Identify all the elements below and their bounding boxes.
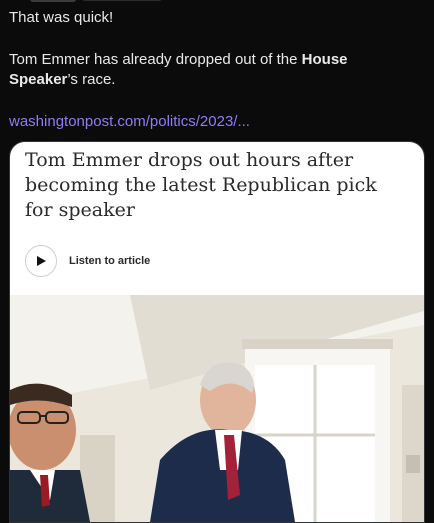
article-photo[interactable] [10,295,424,522]
play-icon [37,256,46,266]
article-headline[interactable]: Tom Emmer drops out hours after becoming… [25,148,405,223]
listen-to-article[interactable]: Listen to article [25,244,150,278]
listen-label: Listen to article [69,255,151,267]
previous-tweet-author [8,0,188,4]
tweet-line-emmer: Tom Emmer has already dropped out of the… [9,51,348,88]
tweet-line-quick: That was quick! [9,9,114,26]
play-button[interactable] [25,245,57,277]
article-link[interactable]: washingtonpost.com/politics/2023/... [9,112,250,132]
link-preview-card[interactable]: Tom Emmer drops out hours after becoming… [9,141,425,523]
